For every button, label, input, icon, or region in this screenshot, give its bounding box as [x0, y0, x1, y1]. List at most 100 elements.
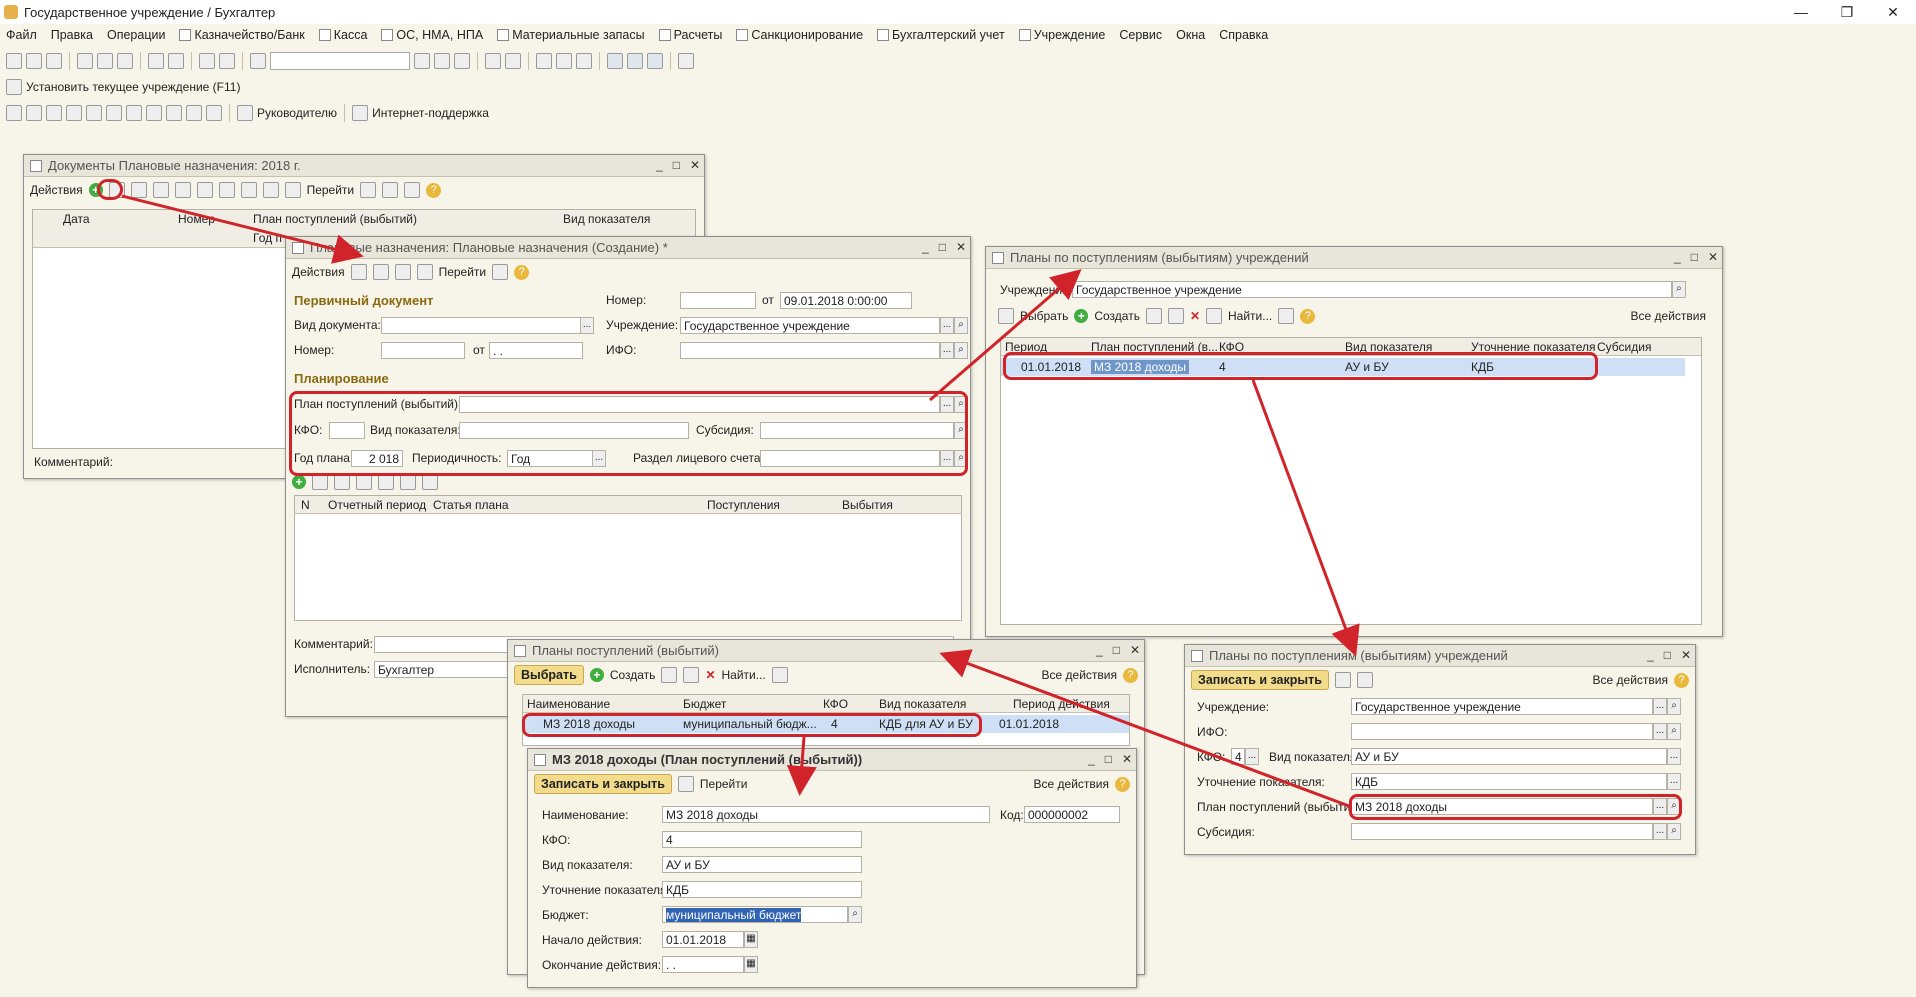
kfo-field[interactable]: 4	[662, 831, 862, 848]
col-budget[interactable]: Бюджет	[683, 697, 726, 711]
maximize-button[interactable]: □	[939, 240, 946, 254]
clipboard-icon[interactable]	[576, 53, 592, 69]
institution-field[interactable]: Государственное учреждение	[680, 317, 940, 334]
tools-icon[interactable]	[678, 53, 694, 69]
accounting-icon[interactable]	[382, 182, 399, 198]
close-button[interactable]: ✕	[1122, 752, 1132, 766]
cancel-search-icon[interactable]	[1278, 308, 1295, 324]
support-button[interactable]: Интернет-поддержка	[372, 106, 489, 120]
search-icon[interactable]: ⌕	[1667, 698, 1681, 715]
search-icon[interactable]	[250, 53, 266, 69]
close-button[interactable]: ✕	[1708, 250, 1718, 264]
help-icon[interactable]: ?	[514, 264, 530, 280]
help-icon[interactable]: ?	[426, 182, 442, 198]
minimize-button[interactable]: _	[656, 158, 663, 172]
delete-icon[interactable]: ✕	[1190, 309, 1200, 323]
institution-select[interactable]: ...	[940, 317, 954, 334]
doc-datetime-field[interactable]: 09.01.2018 0:00:00	[780, 292, 912, 309]
copy-icon[interactable]	[1145, 308, 1162, 324]
all-actions-menu[interactable]: Все действия	[1593, 673, 1668, 687]
minimize-button[interactable]: _	[1088, 752, 1095, 766]
select-button[interactable]: Выбрать	[514, 665, 584, 685]
col-plan[interactable]: План поступлений (выбытий)	[253, 212, 417, 226]
select-button[interactable]: Выбрать	[1020, 309, 1068, 323]
minimize-button[interactable]: _	[1674, 250, 1681, 264]
open-icon[interactable]	[26, 53, 42, 69]
find-button[interactable]: Найти...	[1228, 309, 1272, 323]
col-indicator[interactable]: Вид показателя	[563, 212, 650, 226]
actions-menu[interactable]: Действия	[292, 265, 345, 279]
menu-institution[interactable]: Учреждение	[1018, 28, 1105, 42]
save-icon[interactable]	[46, 53, 62, 69]
minimize-button[interactable]: _	[1647, 648, 1654, 662]
all-actions-menu[interactable]: Все действия	[1034, 777, 1109, 791]
ifo-field[interactable]	[1351, 723, 1653, 740]
col-subsidy[interactable]: Субсидия	[1597, 340, 1651, 354]
move-up-icon[interactable]	[378, 474, 394, 490]
kfo-select[interactable]: ...	[1245, 748, 1259, 765]
col-article[interactable]: Статья плана	[433, 498, 509, 512]
subsidy-field[interactable]	[1351, 823, 1653, 840]
edit-icon[interactable]	[1167, 308, 1184, 324]
minimize-button[interactable]: _	[1096, 643, 1103, 657]
calendar-icon[interactable]	[556, 53, 572, 69]
filter-icon[interactable]	[218, 182, 235, 198]
name-field[interactable]: МЗ 2018 доходы	[662, 806, 990, 823]
col-period[interactable]: Отчетный период	[328, 498, 426, 512]
menu-sanction[interactable]: Санкционирование	[736, 28, 863, 42]
close-button[interactable]: ✕	[1130, 643, 1140, 657]
doc-date-field[interactable]: . .	[489, 342, 583, 359]
search-icon[interactable]: ⌕	[848, 906, 862, 923]
info-icon[interactable]	[505, 53, 521, 69]
restore-button[interactable]: ❐	[1824, 0, 1870, 24]
report-icon[interactable]	[146, 105, 162, 121]
print-icon[interactable]	[148, 53, 164, 69]
close-button[interactable]: ✕	[1870, 0, 1916, 24]
institution-filter-field[interactable]: Государственное учреждение	[1072, 281, 1672, 298]
refine-select[interactable]: ...	[1667, 773, 1681, 790]
report-icon[interactable]	[206, 105, 222, 121]
print-icon[interactable]	[1356, 672, 1373, 688]
windows-icon[interactable]	[485, 53, 501, 69]
end-date-field[interactable]: . .	[662, 956, 744, 973]
refine-field[interactable]: КДБ	[1351, 773, 1667, 790]
maximize-button[interactable]: □	[673, 158, 680, 172]
accounting-icon[interactable]	[492, 264, 509, 280]
memory-icon[interactable]	[607, 53, 623, 69]
ifo-select[interactable]: ...	[940, 342, 954, 359]
budget-field[interactable]: муниципальный бюджет	[662, 906, 848, 923]
report-icon[interactable]	[126, 105, 142, 121]
report-icon[interactable]	[46, 105, 62, 121]
report-icon[interactable]	[166, 105, 182, 121]
col-period[interactable]: Период действия	[1013, 697, 1110, 711]
menu-settlements[interactable]: Расчеты	[658, 28, 722, 42]
col-date[interactable]: Дата	[63, 212, 90, 226]
unpost-icon[interactable]	[394, 264, 411, 280]
help-icon[interactable]: ?	[1115, 776, 1130, 792]
institution-field[interactable]: Государственное учреждение	[1351, 698, 1653, 715]
manager-button[interactable]: Руководителю	[257, 106, 337, 120]
create-button[interactable]: Создать	[610, 668, 656, 682]
menu-help[interactable]: Справка	[1219, 28, 1268, 42]
indicator-field[interactable]: АУ и БУ	[662, 856, 862, 873]
report-icon[interactable]	[6, 105, 22, 121]
number-field[interactable]	[381, 342, 465, 359]
col-kfo[interactable]: КФО	[823, 697, 848, 711]
all-actions-menu[interactable]: Все действия	[1631, 309, 1706, 323]
find-next-icon[interactable]	[414, 53, 430, 69]
help-icon[interactable]: ?	[1123, 667, 1138, 683]
close-button[interactable]: ✕	[1681, 648, 1691, 662]
code-field[interactable]: 000000002	[1024, 806, 1120, 823]
report-icon[interactable]	[106, 105, 122, 121]
paste-icon[interactable]	[117, 53, 133, 69]
search-icon[interactable]: ⌕	[954, 317, 968, 334]
subsidy-select[interactable]: ...	[1653, 823, 1667, 840]
delete-icon[interactable]: ✕	[705, 668, 715, 682]
save-icon[interactable]	[350, 264, 367, 280]
copy-icon[interactable]	[312, 474, 328, 490]
find-button[interactable]: Найти...	[722, 668, 766, 682]
print-icon[interactable]	[404, 182, 421, 198]
maximize-button[interactable]: □	[1664, 648, 1671, 662]
edit-icon[interactable]	[683, 667, 700, 683]
save-icon[interactable]	[677, 776, 694, 792]
